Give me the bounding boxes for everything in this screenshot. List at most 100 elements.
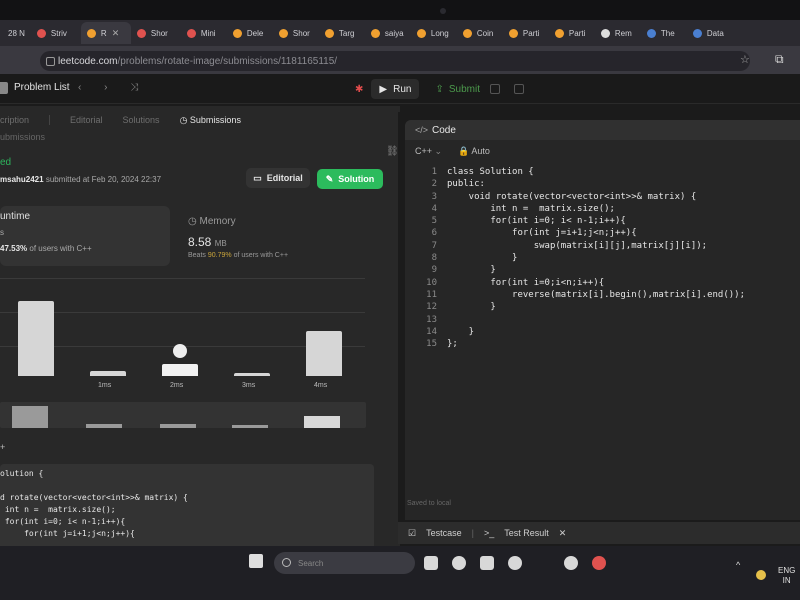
file-explorer-icon[interactable]: [480, 556, 494, 570]
problem-list-icon[interactable]: [0, 82, 8, 94]
browser-tab[interactable]: Parti: [503, 22, 549, 44]
browser-tab[interactable]: The: [641, 22, 687, 44]
close-icon[interactable]: ✕: [559, 528, 567, 539]
code-line[interactable]: 2 public:: [415, 178, 795, 190]
chart-bar[interactable]: [162, 364, 198, 376]
code-editor[interactable]: 1 class Solution {2 public: 3 void rotate(v…: [415, 166, 795, 350]
chart-tick-label: 3ms: [242, 382, 256, 389]
browser-tab[interactable]: Striv: [31, 22, 81, 44]
browser-tab-strip: 28 N Striv R ✕ Shor Mini Dele Shor Targ saiya Lon…: [0, 20, 800, 46]
browser-tab-label: Data: [706, 28, 724, 38]
code-line[interactable]: 3 void rotate(vector<vector<int>>& matri…: [415, 191, 795, 203]
edge-icon[interactable]: [508, 556, 522, 570]
code-line[interactable]: 15};: [415, 338, 795, 350]
terminal-icon: >_: [483, 528, 495, 538]
code-line[interactable]: 8 }: [415, 252, 795, 264]
debug-icon[interactable]: ✱: [355, 84, 363, 95]
close-tab-icon[interactable]: ✕: [112, 28, 120, 39]
browser-tab[interactable]: saiya: [365, 22, 411, 44]
code-line[interactable]: 9 }: [415, 264, 795, 276]
tab-solutions[interactable]: Solutions: [123, 115, 160, 125]
line-number: 3: [431, 191, 437, 202]
app-icon[interactable]: [564, 556, 578, 570]
problem-nav-arrows[interactable]: ‹ › ⤨: [78, 82, 148, 93]
code-line[interactable]: 5 for(int i=0; i< n-1;i++){: [415, 215, 795, 227]
taskbar-search[interactable]: Search: [274, 552, 415, 574]
code-line[interactable]: 14 }: [415, 326, 795, 338]
code-line[interactable]: 11 reverse(matrix[i].begin(),matrix[i].e…: [415, 289, 795, 301]
code-line[interactable]: 10 for(int i=0;i<n;i++){: [415, 277, 795, 289]
saved-status: Saved to local: [407, 500, 451, 507]
code-text: class Solution {: [447, 167, 534, 177]
problem-list-link[interactable]: Problem List: [14, 82, 70, 93]
mini-bar: [86, 424, 122, 428]
tab-testcase[interactable]: Testcase: [426, 528, 462, 538]
browser-tab[interactable]: Dele: [227, 22, 273, 44]
tab-submissions[interactable]: ◷ Submissions: [180, 115, 241, 126]
browser-tab[interactable]: Coin: [457, 22, 503, 44]
chart-bar[interactable]: [90, 371, 126, 376]
memory-card[interactable]: ◷ Memory 8.58 MB Beats 90.79% of users w…: [180, 206, 370, 266]
share-link-icon[interactable]: ⛓: [386, 146, 399, 157]
note-icon[interactable]: [490, 84, 500, 94]
code-text: }: [447, 253, 518, 264]
run-button[interactable]: ▶ Run: [371, 79, 420, 99]
site-info-icon[interactable]: [46, 57, 55, 66]
chart-bar[interactable]: [234, 373, 270, 376]
submit-button[interactable]: ⇪ Submit: [427, 79, 488, 99]
mini-distribution-chart[interactable]: [0, 402, 366, 428]
leetcode-header: Problem List ‹ › ⤨ ✱ ▶ Run ⇪ Submit: [0, 74, 800, 104]
browser-tab[interactable]: R ✕: [80, 22, 131, 44]
mini-bar: [160, 424, 196, 428]
chart-bar[interactable]: [18, 301, 54, 376]
browser-tab[interactable]: Rem: [595, 22, 641, 44]
language-indicator[interactable]: ENG IN: [778, 566, 795, 586]
accepted-status: ed: [0, 157, 12, 168]
solution-button[interactable]: ✎ Solution: [317, 169, 383, 189]
grid-line: [0, 312, 365, 313]
runtime-card[interactable]: untime s 47.53% of users with C++: [0, 206, 170, 266]
browser-tab[interactable]: Long: [411, 22, 457, 44]
tab-test-result[interactable]: Test Result: [504, 528, 549, 538]
browser-tab[interactable]: Targ: [319, 22, 365, 44]
code-line[interactable]: 6 for(int j=i+1;j<n;j++){: [415, 227, 795, 239]
submitter-name[interactable]: msahu2421: [0, 175, 44, 184]
browser-tab[interactable]: Data: [687, 22, 733, 44]
panel-divider[interactable]: [398, 112, 402, 532]
submit-label: Submit: [448, 83, 480, 95]
browser-tab[interactable]: Shor: [131, 22, 181, 44]
editorial-button[interactable]: ▭ Editorial: [246, 168, 310, 188]
weather-icon[interactable]: [756, 570, 766, 580]
code-text: for(int j=i+1;j<n;j++){: [447, 228, 637, 239]
browser-tab[interactable]: Parti: [549, 22, 595, 44]
browser-tab[interactable]: Shor: [273, 22, 319, 44]
memory-beats: Beats 90.79% of users with C++: [188, 252, 288, 259]
auto-mode[interactable]: 🔒 Auto: [458, 146, 490, 157]
runtime-value: s: [0, 228, 4, 237]
tab-description[interactable]: cription: [0, 115, 29, 125]
extensions-icon[interactable]: ⧉: [775, 52, 784, 67]
url-field[interactable]: leetcode.com/problems/rotate-image/submi…: [40, 51, 750, 71]
start-button[interactable]: [249, 554, 263, 568]
lang-line1: ENG: [778, 566, 796, 575]
chrome-icon[interactable]: [592, 556, 606, 570]
browser-tab[interactable]: Mini: [181, 22, 227, 44]
submissions-breadcrumb[interactable]: ubmissions: [0, 132, 45, 142]
code-line[interactable]: 4 int n = matrix.size();: [415, 203, 795, 215]
language-select[interactable]: C++ ⌄: [415, 146, 442, 157]
code-line[interactable]: 7 swap(matrix[i][j],matrix[j][i]);: [415, 240, 795, 252]
tray-chevron-icon[interactable]: ^: [736, 560, 740, 570]
chart-bar[interactable]: [306, 331, 342, 376]
line-number: 7: [431, 240, 437, 251]
tab-editorial[interactable]: Editorial: [70, 115, 103, 125]
preview-code-line: for(int i=0; i< n-1;i++){: [0, 517, 126, 526]
code-line[interactable]: 12 }: [415, 301, 795, 313]
line-number: 6: [431, 228, 437, 239]
bookmark-star-icon[interactable]: ☆: [740, 53, 750, 66]
layout-icon[interactable]: [514, 84, 524, 94]
memory-label: ◷ Memory: [188, 216, 236, 227]
chat-icon[interactable]: [452, 556, 466, 570]
code-line[interactable]: 13: [415, 314, 795, 326]
code-line[interactable]: 1 class Solution {: [415, 166, 795, 178]
task-view-icon[interactable]: [424, 556, 438, 570]
